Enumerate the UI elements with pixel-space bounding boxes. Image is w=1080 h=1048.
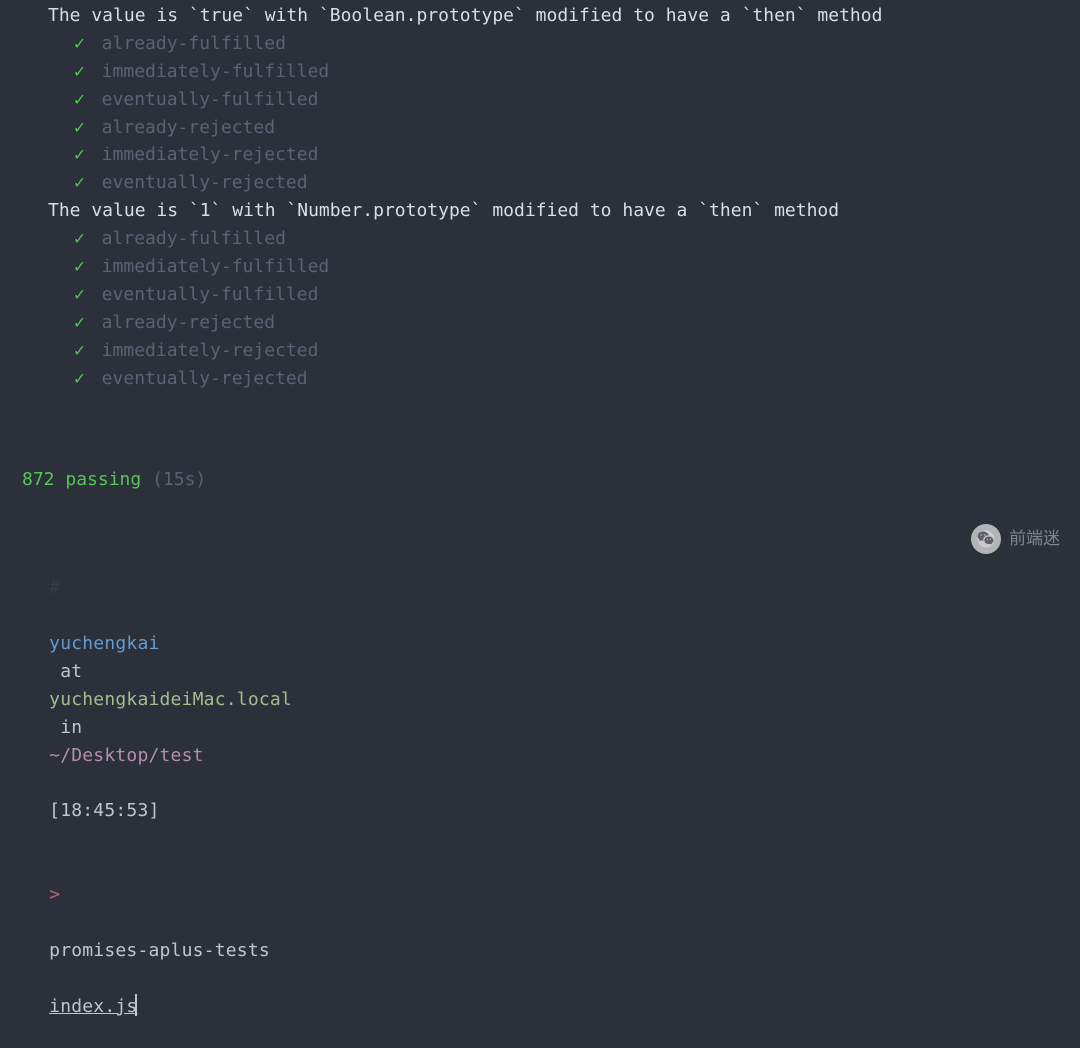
test-name: immediately-rejected	[85, 340, 319, 361]
test-result: ✓ already-rejected	[0, 309, 1080, 337]
test-result: ✓ eventually-rejected	[0, 365, 1080, 393]
test-result: ✓ immediately-rejected	[0, 141, 1080, 169]
terminal-output: The value is `true` with `Boolean.protot…	[0, 2, 1080, 392]
test-name: eventually-rejected	[85, 368, 308, 389]
watermark-label: 前端迷	[1009, 526, 1060, 552]
prompt-user: yuchengkai	[49, 633, 159, 654]
shell-prompt[interactable]: # yuchengkai at yuchengkaideiMac.local i…	[0, 546, 1080, 1048]
test-name: eventually-rejected	[85, 172, 308, 193]
test-group-title: The value is `true` with `Boolean.protot…	[0, 2, 1080, 30]
prompt-hash: #	[49, 577, 60, 598]
prompt-arrow: >	[49, 884, 60, 905]
test-result: ✓ immediately-rejected	[0, 337, 1080, 365]
wechat-icon	[971, 524, 1001, 554]
test-result: ✓ already-rejected	[0, 114, 1080, 142]
checkmark-icon: ✓	[0, 172, 85, 193]
test-name: eventually-fulfilled	[85, 284, 319, 305]
test-name: already-rejected	[85, 117, 275, 138]
checkmark-icon: ✓	[0, 312, 85, 333]
test-result: ✓ already-fulfilled	[0, 225, 1080, 253]
cursor	[135, 994, 137, 1016]
prompt-path: ~/Desktop/test	[49, 745, 204, 766]
test-result: ✓ eventually-rejected	[0, 169, 1080, 197]
prompt-time: [18:45:53]	[49, 800, 159, 821]
passing-count: 872 passing	[22, 469, 141, 490]
watermark: 前端迷	[971, 524, 1060, 554]
checkmark-icon: ✓	[0, 144, 85, 165]
test-name: already-fulfilled	[85, 33, 286, 54]
checkmark-icon: ✓	[0, 117, 85, 138]
test-result: ✓ immediately-fulfilled	[0, 253, 1080, 281]
test-name: immediately-rejected	[85, 144, 319, 165]
checkmark-icon: ✓	[0, 340, 85, 361]
test-name: immediately-fulfilled	[85, 256, 329, 277]
checkmark-icon: ✓	[0, 256, 85, 277]
test-duration: (15s)	[152, 469, 206, 490]
prompt-host: yuchengkaideiMac.local	[49, 689, 292, 710]
checkmark-icon: ✓	[0, 89, 85, 110]
test-name: eventually-fulfilled	[85, 89, 319, 110]
test-name: already-rejected	[85, 312, 275, 333]
command-input[interactable]: promises-aplus-tests	[49, 940, 270, 961]
checkmark-icon: ✓	[0, 61, 85, 82]
command-arg[interactable]: index.js	[49, 996, 137, 1017]
test-result: ✓ already-fulfilled	[0, 30, 1080, 58]
test-result: ✓ eventually-fulfilled	[0, 86, 1080, 114]
checkmark-icon: ✓	[0, 284, 85, 305]
test-name: immediately-fulfilled	[85, 61, 329, 82]
test-result: ✓ immediately-fulfilled	[0, 58, 1080, 86]
checkmark-icon: ✓	[0, 33, 85, 54]
test-result: ✓ eventually-fulfilled	[0, 281, 1080, 309]
test-summary: 872 passing (15s)	[0, 466, 1080, 494]
checkmark-icon: ✓	[0, 368, 85, 389]
checkmark-icon: ✓	[0, 228, 85, 249]
test-name: already-fulfilled	[85, 228, 286, 249]
test-group-title: The value is `1` with `Number.prototype`…	[0, 197, 1080, 225]
